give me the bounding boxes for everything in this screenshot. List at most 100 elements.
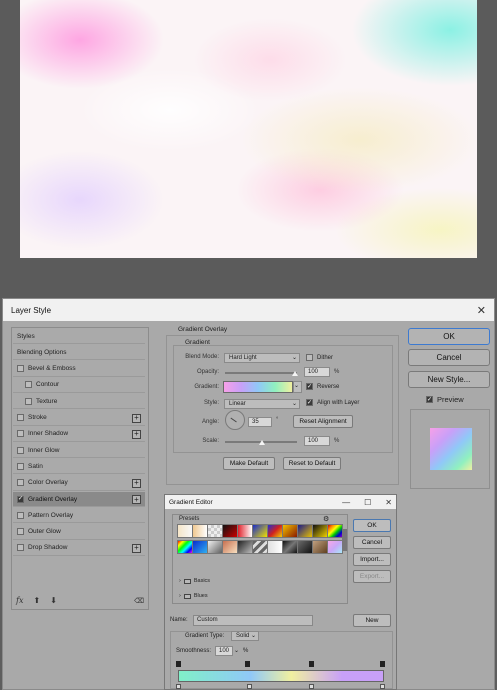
style-item-styles[interactable]: Styles [13,329,145,344]
style-item-gradient-overlay[interactable]: ✓ Gradient Overlay + [13,492,145,507]
make-default-button[interactable]: Make Default [223,457,275,470]
add-icon[interactable]: + [132,413,141,423]
checkbox-icon[interactable] [17,479,24,487]
trash-icon[interactable]: ⌫ [134,597,144,605]
preset-swatch[interactable] [192,524,208,538]
preset-swatch[interactable] [267,540,283,554]
gradient-type-dropdown[interactable]: Solid ⌄ [231,631,259,641]
add-icon[interactable]: + [132,495,141,504]
style-item-satin[interactable]: Satin [13,459,145,475]
align-with-layer-checkbox[interactable]: ✓ Align with Layer [306,399,359,406]
preset-swatch[interactable] [177,540,193,554]
checkbox-icon[interactable] [17,511,24,519]
preset-swatch[interactable] [327,524,343,538]
preset-swatch[interactable] [282,540,298,554]
maximize-icon[interactable]: ☐ [364,498,371,507]
style-dropdown[interactable]: Linear ⌄ [224,399,300,409]
opacity-stop[interactable] [176,661,181,667]
checkbox-icon[interactable] [17,544,24,552]
preset-swatch[interactable] [297,540,313,554]
dither-checkbox[interactable]: Dither [306,354,333,361]
style-item-outer-glow[interactable]: Outer Glow [13,525,145,540]
style-item-inner-glow[interactable]: Inner Glow [13,443,145,459]
folder-basics[interactable]: › Basics [179,578,210,584]
style-item-texture[interactable]: Texture [13,394,145,410]
blend-mode-dropdown[interactable]: Hard Light ⌄ [224,353,300,363]
color-stop[interactable] [247,684,252,689]
scale-slider-thumb[interactable] [258,440,265,445]
opacity-slider-track[interactable] [225,372,297,374]
document-canvas[interactable] [20,0,477,258]
preset-swatch[interactable] [327,540,343,554]
opacity-slider-thumb[interactable] [292,371,298,376]
checkbox-icon[interactable] [17,365,24,373]
move-up-icon[interactable]: ⬆ [33,596,40,605]
angle-input[interactable]: 35 [248,417,272,427]
preset-swatch[interactable] [282,524,298,538]
checkbox-icon[interactable] [17,528,24,536]
ge-export-button[interactable]: Export... [353,570,391,583]
preset-swatch[interactable] [177,524,193,538]
add-icon[interactable]: + [132,543,141,553]
ge-cancel-button[interactable]: Cancel [353,536,391,549]
preset-swatch[interactable] [312,540,328,554]
preset-swatch[interactable] [252,540,268,554]
preset-swatch[interactable] [222,524,238,538]
style-item-stroke[interactable]: Stroke + [13,411,145,426]
new-gradient-button[interactable]: New [353,614,391,627]
fx-icon[interactable]: fx [16,596,23,605]
new-style-button[interactable]: New Style... [408,371,490,388]
opacity-input[interactable]: 100 [304,367,330,377]
close-icon[interactable]: ✕ [477,304,486,317]
preset-swatch[interactable] [192,540,208,554]
folder-blues[interactable]: › Blues [179,593,208,599]
style-item-contour[interactable]: Contour [13,378,145,393]
preset-swatch[interactable] [237,524,253,538]
opacity-stop[interactable] [309,661,314,667]
cancel-button[interactable]: Cancel [408,349,490,366]
reverse-checkbox[interactable]: ✓ Reverse [306,383,339,390]
preset-swatch[interactable] [267,524,283,538]
scale-input[interactable]: 100 [304,436,330,446]
style-item-blending-options[interactable]: Blending Options [13,345,145,361]
close-icon[interactable]: ✕ [385,498,392,507]
chevron-down-icon[interactable]: ⌄ [234,647,239,654]
gradient-swatch[interactable] [223,381,293,393]
preset-swatch[interactable] [207,524,223,538]
angle-dial[interactable] [225,410,245,430]
style-item-pattern-overlay[interactable]: Pattern Overlay [13,508,145,524]
style-item-drop-shadow[interactable]: Drop Shadow + [13,541,145,556]
move-down-icon[interactable]: ⬇ [50,596,57,605]
ge-ok-button[interactable]: OK [353,519,391,532]
checkbox-icon[interactable] [17,446,24,454]
opacity-stop[interactable] [380,661,385,667]
add-icon[interactable]: + [132,429,141,439]
add-icon[interactable]: + [132,478,141,488]
style-item-inner-shadow[interactable]: Inner Shadow + [13,427,145,442]
reset-alignment-button[interactable]: Reset Alignment [293,415,353,428]
gear-icon[interactable]: ⚙ [323,515,329,523]
style-item-color-overlay[interactable]: Color Overlay + [13,476,145,491]
color-stop[interactable] [176,684,181,689]
color-stop[interactable] [309,684,314,689]
name-input[interactable]: Custom [193,615,313,626]
preset-swatch[interactable] [312,524,328,538]
checkbox-icon[interactable] [17,430,24,438]
color-stop[interactable] [380,684,385,689]
smoothness-input[interactable]: 100 [215,646,233,656]
checkbox-icon[interactable] [17,462,24,470]
checkbox-icon[interactable] [17,414,24,421]
presets-scrollbar[interactable] [342,529,347,551]
ok-button[interactable]: OK [408,328,490,345]
minimize-icon[interactable]: — [342,498,350,507]
checkbox-icon[interactable] [25,381,32,389]
style-item-bevel-emboss[interactable]: Bevel & Emboss [13,362,145,377]
preview-checkbox[interactable]: ✓ Preview [426,395,464,404]
preset-swatch[interactable] [207,540,223,554]
ge-import-button[interactable]: Import... [353,553,391,566]
reset-to-default-button[interactable]: Reset to Default [283,457,341,470]
gradient-preview-bar[interactable] [178,670,384,682]
opacity-stop[interactable] [245,661,250,667]
checkmark-icon[interactable]: ✓ [17,495,24,503]
preset-swatch[interactable] [222,540,238,554]
